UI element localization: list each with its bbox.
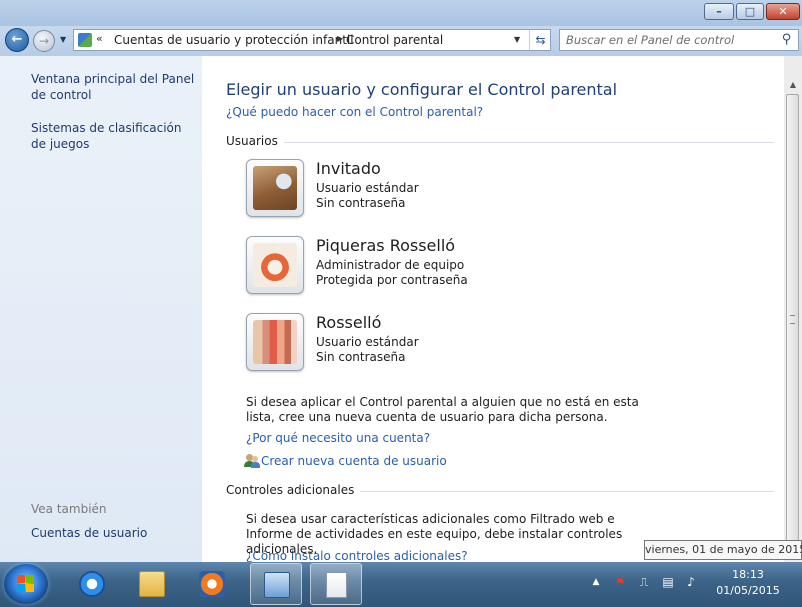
search-box[interactable]: ⚲ [559, 29, 799, 51]
user-role: Administrador de equipo [316, 258, 465, 272]
parental-controls-help-link[interactable]: ¿Qué puedo hacer con el Control parental… [226, 105, 483, 119]
show-hidden-icons-arrow-icon[interactable]: ▲ [588, 574, 604, 590]
control-panel-window: – □ ✕ ← → ▼ « Cuentas de usuario y prote… [0, 0, 802, 562]
search-icon[interactable]: ⚲ [779, 32, 794, 47]
user-role: Usuario estándar [316, 335, 419, 349]
navigation-bar: ← → ▼ « Cuentas de usuario y protección … [0, 26, 802, 56]
media-player-icon [199, 571, 225, 597]
taskbar-control-panel[interactable] [250, 563, 302, 605]
notepad-icon [326, 572, 347, 598]
minimize-button[interactable]: – [704, 3, 734, 20]
close-icon: ✕ [778, 5, 788, 18]
taskbar-notepad[interactable] [310, 563, 362, 605]
scroll-up-arrow-icon[interactable]: ▲ [785, 76, 801, 93]
refresh-icon[interactable]: ⇆ [529, 30, 551, 50]
user-tile-invitado[interactable]: Invitado Usuario estándar Sin contraseña [246, 157, 566, 219]
user-tile-piqueras-rossello[interactable]: Piqueras Rosselló Administrador de equip… [246, 234, 566, 296]
network-icon[interactable]: ▤ [660, 574, 676, 590]
sidebar-link-game-ratings[interactable]: Sistemas de clasificación de juegos [31, 120, 196, 152]
breadcrumb-separator-icon[interactable]: ▶ [337, 34, 343, 43]
page-title: Elegir un usuario y configurar el Contro… [226, 80, 618, 99]
user-picture-frame[interactable] [246, 313, 304, 371]
clock-date: 01/05/2015 [716, 584, 780, 597]
taskbar-media-player[interactable] [186, 563, 238, 605]
forward-button[interactable]: → [33, 30, 55, 52]
title-bar[interactable]: – □ ✕ [0, 0, 802, 26]
user-name[interactable]: Piqueras Rosselló [316, 236, 455, 255]
scrollbar-grip-icon [790, 315, 795, 324]
taskbar: ▲ ⚑ ⎍ ▤ ♪ 18:13 01/05/2015 [0, 562, 802, 607]
striped-picture [253, 320, 297, 364]
taskbar-clock[interactable]: 18:13 01/05/2015 [706, 567, 790, 599]
see-also-heading: Vea también [31, 502, 107, 516]
user-picture-frame[interactable] [246, 159, 304, 217]
why-account-link[interactable]: ¿Por qué necesito una cuenta? [246, 431, 430, 445]
sidebar: Ventana principal del Panel de control S… [0, 56, 202, 562]
install-controls-link[interactable]: ¿Cómo instalo controles adicionales? [246, 549, 468, 562]
internet-explorer-icon [79, 571, 105, 597]
sidebar-link-user-accounts[interactable]: Cuentas de usuario [31, 525, 196, 541]
user-role: Usuario estándar [316, 181, 419, 195]
taskbar-windows-explorer[interactable] [126, 563, 178, 605]
user-name[interactable]: Rosselló [316, 313, 381, 332]
breadcrumb-user-accounts[interactable]: Cuentas de usuario y protección infantil [114, 33, 354, 47]
user-tile-rossello[interactable]: Rosselló Usuario estándar Sin contraseña [246, 311, 566, 373]
control-panel-icon [78, 33, 92, 47]
user-password-status: Sin contraseña [316, 196, 406, 210]
robot-picture [253, 243, 297, 287]
forward-arrow-icon: → [38, 34, 50, 48]
maximize-icon: □ [744, 5, 756, 18]
power-plug-icon[interactable]: ⎍ [636, 574, 652, 590]
user-password-status: Sin contraseña [316, 350, 406, 364]
sidebar-link-control-panel-home[interactable]: Ventana principal del Panel de control [31, 71, 196, 103]
clock-time: 18:13 [732, 568, 764, 581]
user-name[interactable]: Invitado [316, 159, 381, 178]
create-account-icon[interactable] [244, 454, 260, 468]
scrollbar-thumb[interactable] [786, 94, 799, 547]
control-panel-icon [264, 572, 290, 598]
taskbar-internet-explorer[interactable] [66, 563, 118, 605]
breadcrumb-parental-controls[interactable]: Control parental [346, 33, 443, 47]
volume-icon[interactable]: ♪ [683, 574, 699, 590]
address-overflow-chevron[interactable]: « [96, 32, 103, 45]
address-bar[interactable]: « Cuentas de usuario y protección infant… [73, 29, 551, 51]
search-input[interactable] [566, 32, 766, 48]
vertical-scrollbar[interactable]: ▲ ▼ [784, 56, 802, 562]
maximize-button[interactable]: □ [736, 3, 764, 20]
windows-logo-icon [17, 575, 35, 593]
address-dropdown-icon[interactable]: ▼ [514, 35, 520, 44]
back-button[interactable]: ← [5, 28, 29, 52]
additional-controls-section-label: Controles adicionales [226, 483, 361, 497]
create-account-link[interactable]: Crear nueva cuenta de usuario [261, 454, 447, 468]
new-account-info-text: Si desea aplicar el Control parental a a… [246, 395, 639, 424]
user-picture-frame[interactable] [246, 236, 304, 294]
users-section-header: Usuarios [226, 134, 774, 150]
user-password-status: Protegida por contraseña [316, 273, 468, 287]
section-divider [226, 142, 774, 143]
close-button[interactable]: ✕ [766, 3, 800, 20]
start-button[interactable] [4, 564, 48, 604]
suitcase-picture [253, 166, 297, 210]
main-content: Elegir un usuario y configurar el Contro… [202, 56, 784, 562]
additional-controls-section-header: Controles adicionales [226, 483, 774, 499]
minimize-icon: – [716, 5, 722, 18]
windows-explorer-icon [139, 571, 165, 597]
date-tooltip: viernes, 01 de mayo de 2015 [644, 540, 802, 560]
back-arrow-icon: ← [11, 32, 23, 47]
recent-pages-dropdown-icon[interactable]: ▼ [60, 35, 66, 44]
users-section-label: Usuarios [226, 134, 284, 148]
action-center-flag-icon[interactable]: ⚑ [612, 574, 628, 590]
